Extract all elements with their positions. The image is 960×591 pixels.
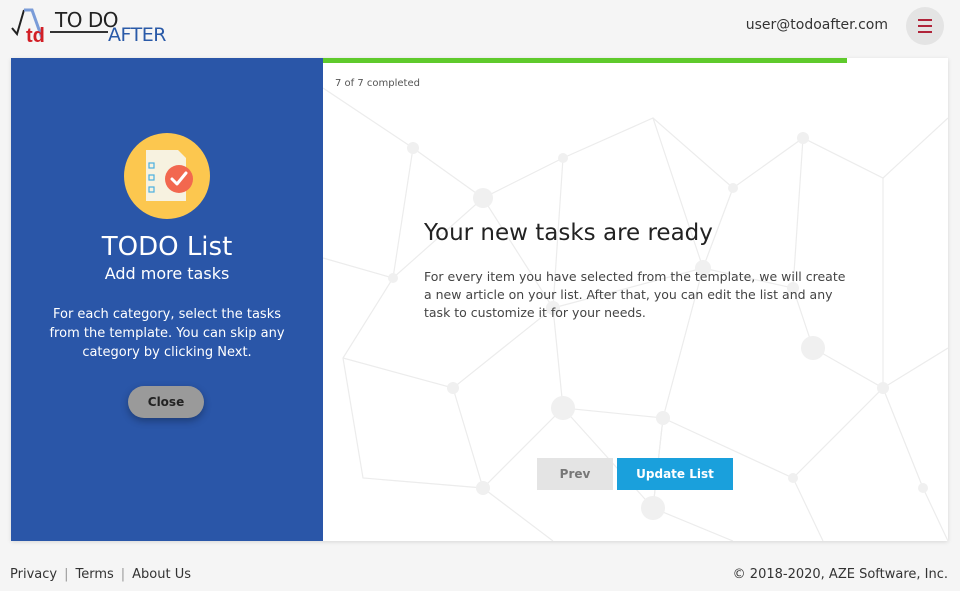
footer-separator: | [120, 567, 126, 582]
progress-text: 7 of 7 completed [335, 78, 420, 89]
footer-separator: | [64, 567, 69, 582]
app-header: td TO DO AFTER user@todoafter.com [0, 0, 960, 52]
user-email[interactable]: user@todoafter.com [746, 17, 888, 33]
logo-mark: td [26, 25, 45, 46]
logo[interactable]: td TO DO AFTER [10, 6, 170, 46]
update-list-button[interactable]: Update List [617, 458, 733, 490]
wizard-title: Your new tasks are ready [424, 220, 713, 246]
wizard-sidebar: TODO List Add more tasks For each catego… [11, 58, 323, 541]
sidebar-title: TODO List [101, 232, 233, 262]
sidebar-subtitle: Add more tasks [104, 264, 230, 283]
hamburger-icon [918, 31, 932, 33]
prev-button[interactable]: Prev [537, 458, 613, 490]
wizard-content: 7 of 7 completed Your new tasks are read… [323, 58, 948, 541]
footer-link-about[interactable]: About Us [132, 567, 191, 582]
wizard-card: TODO List Add more tasks For each catego… [11, 58, 948, 541]
footer-link-privacy[interactable]: Privacy [10, 567, 57, 582]
close-button[interactable]: Close [128, 386, 204, 418]
progress-bar [323, 58, 847, 63]
hamburger-icon [918, 19, 932, 21]
footer-links: Privacy | Terms | About Us [10, 567, 191, 582]
logo-text-after: AFTER [108, 24, 166, 46]
wizard-description: For every item you have selected from th… [424, 269, 846, 320]
copyright: © 2018-2020, AZE Software, Inc. [732, 567, 948, 582]
logo-mark-icon: td [11, 8, 45, 46]
hamburger-icon [918, 25, 932, 27]
footer-link-terms[interactable]: Terms [75, 567, 113, 582]
sidebar-description: For each category, select the tasks from… [49, 307, 285, 360]
menu-button[interactable] [906, 7, 944, 45]
checklist-icon [124, 133, 210, 219]
